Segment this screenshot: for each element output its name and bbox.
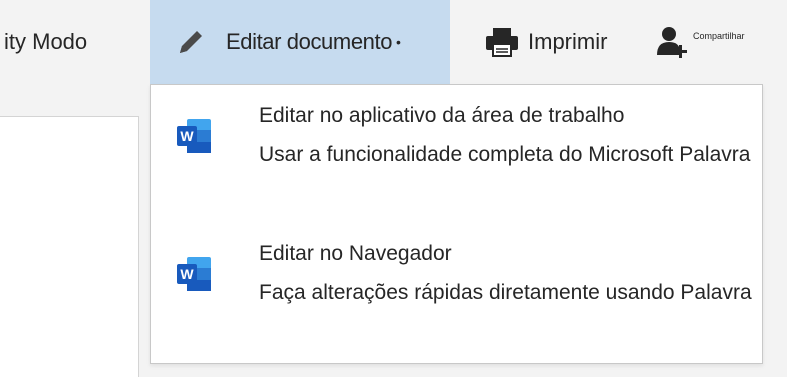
- share-label: Compartilhar: [693, 31, 745, 41]
- document-canvas: [0, 116, 139, 377]
- word-icon: W: [177, 119, 211, 153]
- chevron-down-icon: •: [396, 34, 401, 50]
- edit-document-label: Editar documento: [226, 29, 393, 54]
- mode-button-label: ity Modo: [4, 29, 88, 54]
- menu-item-description: Faça alterações rápidas diretamente usan…: [259, 281, 752, 304]
- share-button[interactable]: Compartilhar: [655, 0, 787, 84]
- pencil-icon: [180, 31, 202, 53]
- svg-text:W: W: [180, 266, 194, 282]
- menu-item-title: Editar no aplicativo da área de trabalho: [259, 104, 625, 127]
- mode-button[interactable]: ity Modo: [0, 0, 150, 84]
- printer-icon: [486, 28, 518, 57]
- menu-item-title: Editar no Navegador: [259, 242, 452, 265]
- svg-text:W: W: [180, 128, 194, 144]
- edit-document-button[interactable]: Editar documento •: [150, 0, 450, 84]
- print-button[interactable]: Imprimir: [484, 0, 634, 84]
- edit-document-menu: W Editar no aplicativo da área de trabal…: [150, 84, 763, 364]
- print-label: Imprimir: [528, 29, 608, 54]
- command-bar: ity Modo Editar documento • Imprimir Com…: [0, 0, 787, 88]
- menu-item-edit-in-browser[interactable]: W Editar no Navegador Faça alterações rá…: [151, 233, 762, 363]
- add-person-icon: [657, 27, 687, 58]
- word-icon: W: [177, 257, 211, 291]
- menu-item-edit-in-desktop-app[interactable]: W Editar no aplicativo da área de trabal…: [151, 95, 762, 225]
- menu-item-description: Usar a funcionalidade completa do Micros…: [259, 143, 751, 166]
